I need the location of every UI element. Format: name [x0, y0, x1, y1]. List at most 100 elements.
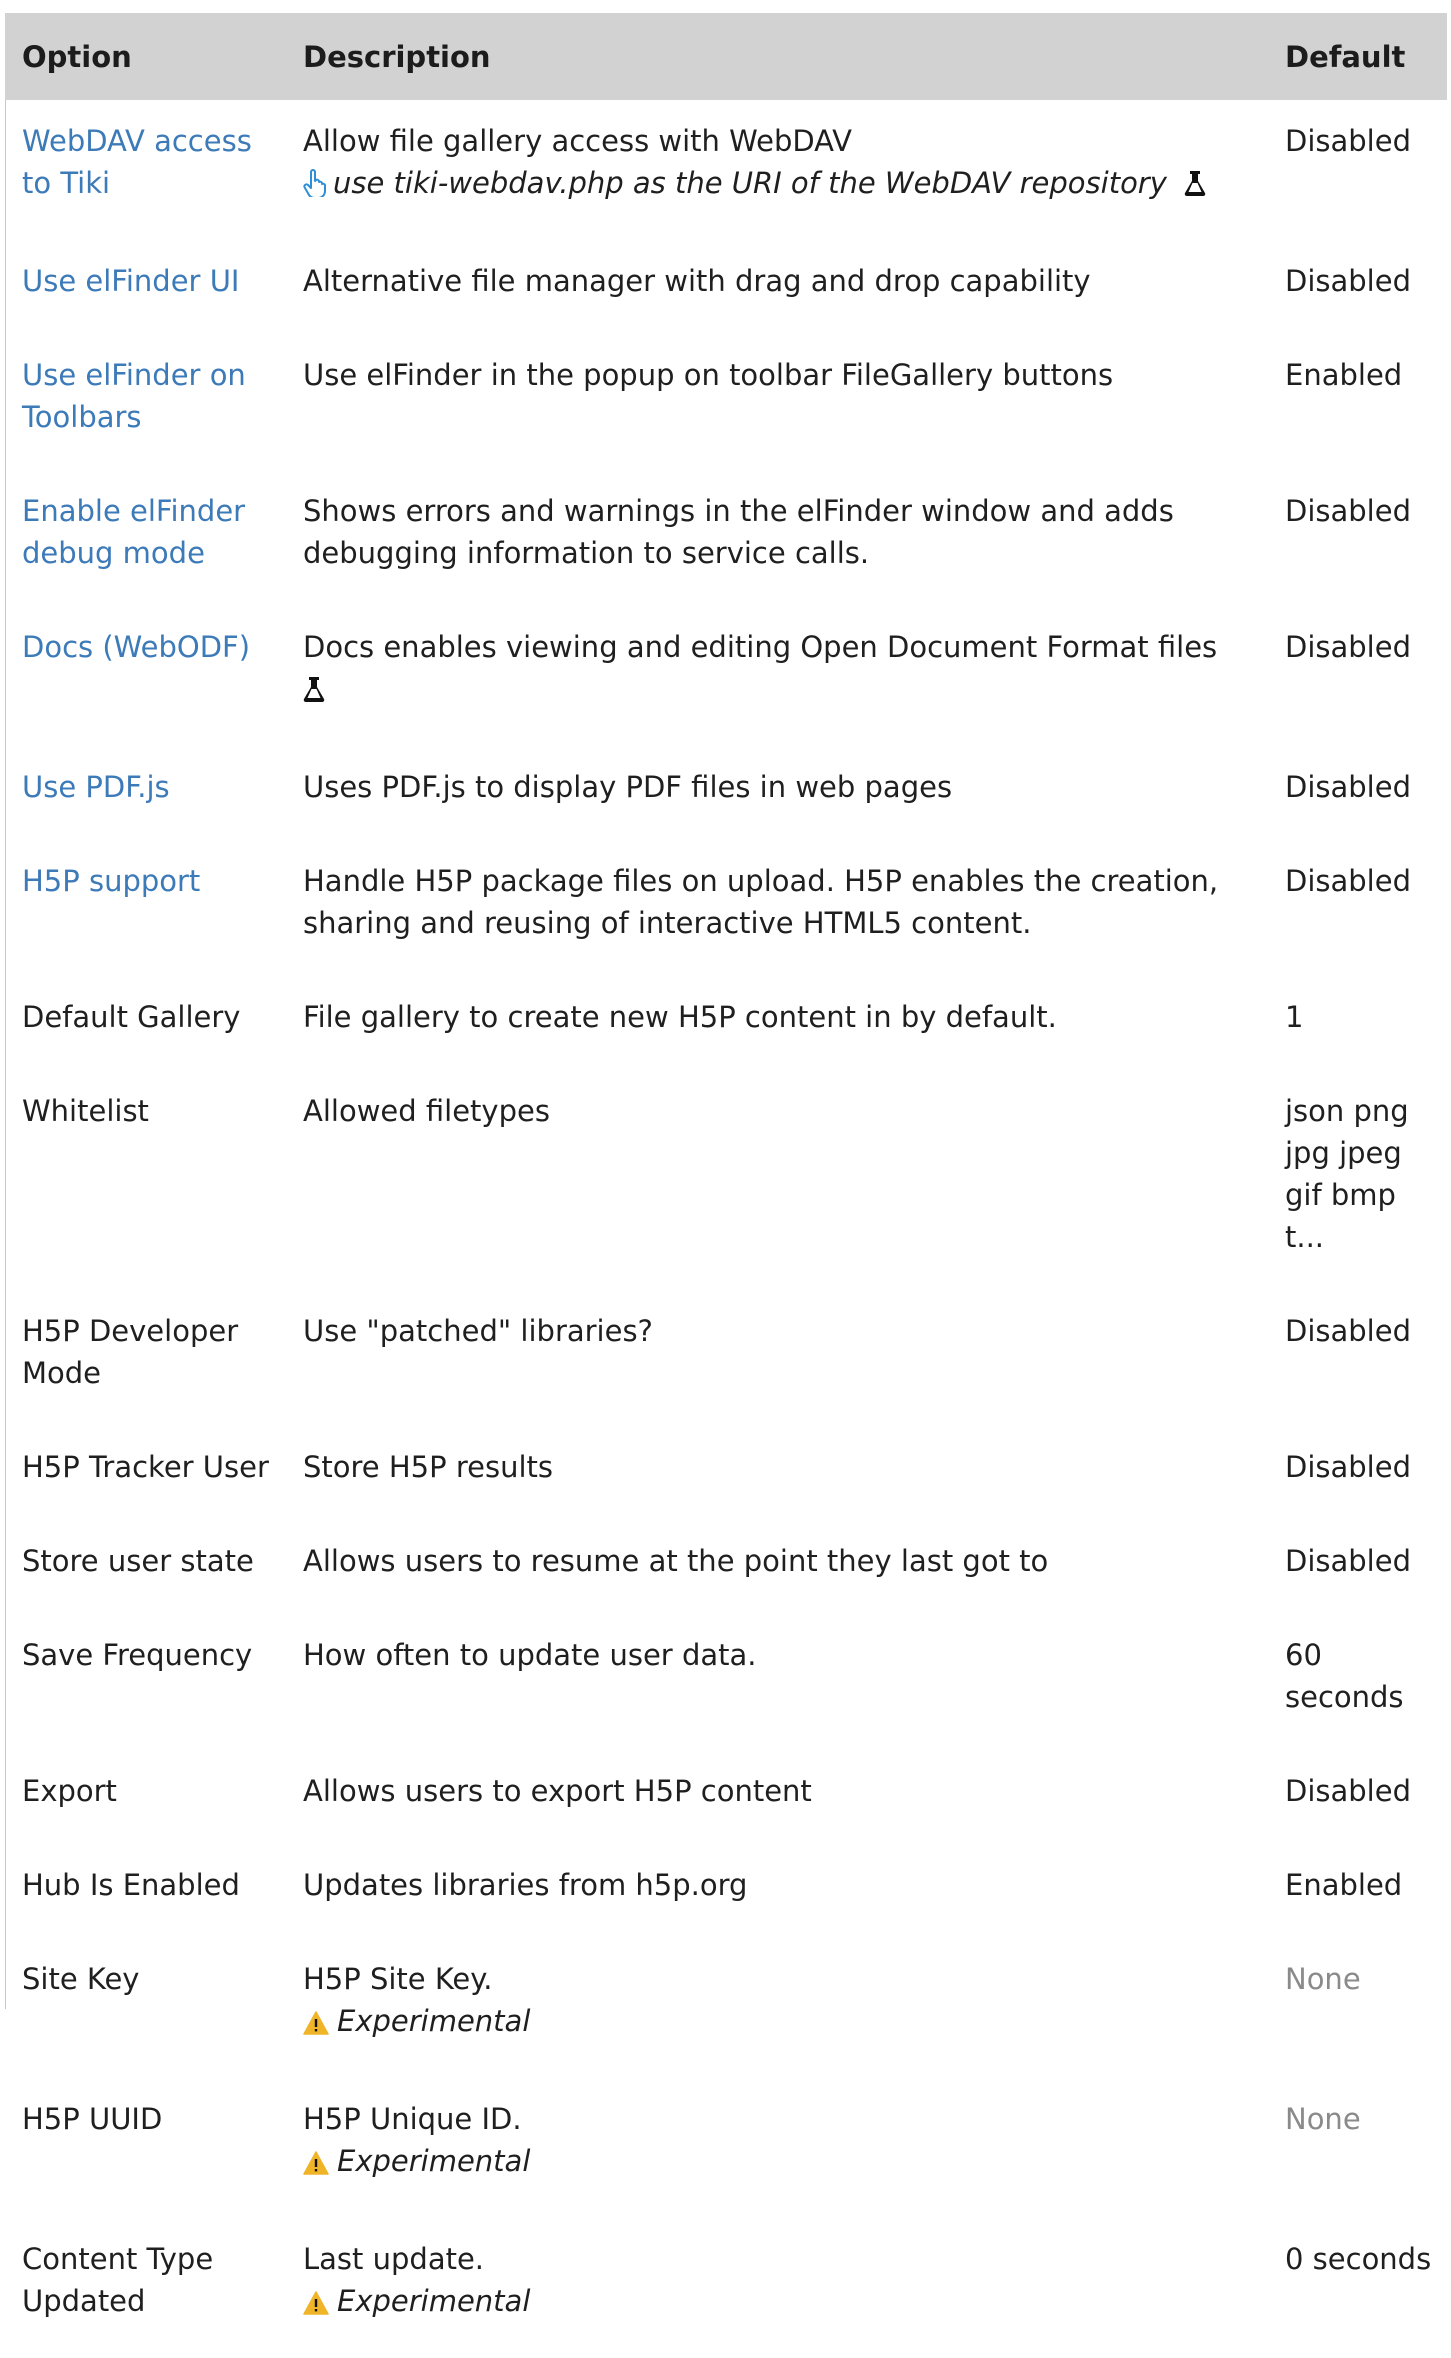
- table-row: Site Key H5P Site Key. Experimental None: [5, 1938, 1447, 2078]
- description-cell: Docs enables viewing and editing Open Do…: [286, 606, 1263, 746]
- option-cell: H5P support: [5, 840, 286, 976]
- default-cell: Enabled: [1285, 1868, 1403, 1902]
- experimental-text: Experimental: [337, 2144, 531, 2178]
- description-cell: Updates libraries from h5p.org: [303, 1868, 748, 1902]
- description-cell: Use "patched" libraries?: [303, 1314, 653, 1348]
- description-cell: Shows errors and warnings in the elFinde…: [303, 494, 1174, 570]
- description-cell: Store H5P results: [303, 1450, 553, 1484]
- experimental-note: Experimental: [303, 2000, 1243, 2046]
- description-cell: Allow file gallery access with WebDAV us…: [286, 100, 1263, 240]
- description-cell: Allowed filetypes: [303, 1094, 550, 1128]
- description-cell: Uses PDF.js to display PDF files in web …: [303, 770, 953, 804]
- default-cell: None: [1285, 1962, 1361, 1996]
- table-header-row: Option Description Default: [5, 13, 1447, 100]
- option-note: use tiki-webdav.php as the URI of the We…: [303, 162, 1243, 208]
- option-cell: Default Gallery: [22, 1000, 241, 1034]
- default-cell: Disabled: [1285, 630, 1411, 664]
- preferences-table-frame: Option Description Default WebDAV access…: [5, 13, 1447, 2318]
- default-cell: 60 seconds: [1285, 1638, 1404, 1714]
- experimental-note: Experimental: [303, 2280, 1243, 2326]
- option-cell: Content Type Updated: [22, 2242, 214, 2318]
- warning-icon: [303, 2144, 329, 2186]
- option-link-elfinder-debug[interactable]: Enable elFinder debug mode: [22, 494, 245, 570]
- option-link-elfinder-toolbars[interactable]: Use elFinder on Toolbars: [22, 358, 246, 434]
- description-cell: Allows users to resume at the point they…: [303, 1544, 1049, 1578]
- description-text: H5P Unique ID.: [303, 2102, 522, 2136]
- option-link-docs-webodf[interactable]: Docs (WebODF): [22, 630, 250, 664]
- table-row: Save Frequency How often to update user …: [5, 1614, 1447, 1750]
- description-cell: Alternative file manager with drag and d…: [303, 264, 1091, 298]
- table-row: Content Type Updated Last update. Experi…: [5, 2218, 1447, 2358]
- default-cell: json png jpg jpeg gif bmp t...: [1285, 1094, 1409, 1254]
- option-link-h5p-support[interactable]: H5P support: [22, 864, 200, 898]
- note-text: use tiki-webdav.php as the URI of the We…: [333, 166, 1167, 200]
- description-text: Last update.: [303, 2242, 485, 2276]
- default-cell: 0 seconds: [1285, 2242, 1432, 2276]
- pointing-hand-icon: [303, 166, 327, 208]
- description-text: Allow file gallery access with WebDAV: [303, 124, 853, 158]
- table-row: H5P Tracker User Store H5P results Disab…: [5, 1426, 1447, 1520]
- default-cell: Disabled: [1285, 264, 1411, 298]
- table-row: H5P UUID H5P Unique ID. Experimental Non…: [5, 2078, 1447, 2218]
- option-cell: Hub Is Enabled: [22, 1868, 240, 1902]
- default-cell: Disabled: [1285, 864, 1411, 898]
- default-cell: Disabled: [1285, 1450, 1411, 1484]
- description-cell: File gallery to create new H5P content i…: [303, 1000, 1057, 1034]
- option-cell: H5P UUID: [22, 2102, 163, 2136]
- option-cell: Save Frequency: [22, 1638, 253, 1672]
- header-description: Description: [286, 13, 1263, 100]
- flask-icon: [1184, 166, 1206, 208]
- option-cell: H5P Tracker User: [22, 1450, 269, 1484]
- default-cell: Disabled: [1285, 1774, 1411, 1808]
- option-cell: Site Key: [22, 1962, 140, 1996]
- table-row: Docs (WebODF) Docs enables viewing and e…: [5, 606, 1447, 746]
- warning-icon: [303, 2004, 329, 2046]
- table-row: H5P support Handle H5P package files on …: [5, 840, 1447, 976]
- table-row: Store user state Allows users to resume …: [5, 1520, 1447, 1614]
- default-cell: Disabled: [1285, 1544, 1411, 1578]
- option-cell: Whitelist: [22, 1094, 149, 1128]
- description-cell: Allows users to export H5P content: [303, 1774, 812, 1808]
- option-cell: Export: [22, 1774, 117, 1808]
- default-cell: Disabled: [1285, 494, 1411, 528]
- table-row: H5P Developer Mode Use "patched" librari…: [5, 1290, 1447, 1426]
- description-cell: How often to update user data.: [303, 1638, 757, 1672]
- option-link-elfinder-ui[interactable]: Use elFinder UI: [22, 264, 239, 298]
- table-row: Default Gallery File gallery to create n…: [5, 976, 1447, 1070]
- default-cell: None: [1285, 2102, 1361, 2136]
- description-cell: H5P Site Key. Experimental: [286, 1938, 1263, 2078]
- default-cell: Disabled: [1285, 1314, 1411, 1348]
- default-cell: 1: [1285, 1000, 1304, 1034]
- table-row: Export Allows users to export H5P conten…: [5, 1750, 1447, 1844]
- description-text: Docs enables viewing and editing Open Do…: [303, 630, 1218, 664]
- preferences-table: Option Description Default WebDAV access…: [5, 13, 1447, 2358]
- option-cell: Use elFinder on Toolbars: [5, 334, 286, 470]
- option-cell: WebDAV access to Tiki: [5, 100, 286, 240]
- description-cell: Last update. Experimental: [286, 2218, 1263, 2358]
- description-text: H5P Site Key.: [303, 1962, 493, 1996]
- option-cell: Use PDF.js: [5, 746, 286, 840]
- experimental-text: Experimental: [337, 2284, 531, 2318]
- description-cell: H5P Unique ID. Experimental: [286, 2078, 1263, 2218]
- option-link-webdav[interactable]: WebDAV access to Tiki: [22, 124, 252, 200]
- header-option: Option: [5, 13, 286, 100]
- table-row: Whitelist Allowed filetypes json png jpg…: [5, 1070, 1447, 1290]
- description-cell: Use elFinder in the popup on toolbar Fil…: [303, 358, 1114, 392]
- flask-icon: [303, 672, 325, 714]
- description-cell: Handle H5P package files on upload. H5P …: [303, 864, 1219, 940]
- table-row: Use elFinder on Toolbars Use elFinder in…: [5, 334, 1447, 470]
- option-cell: Docs (WebODF): [5, 606, 286, 746]
- table-row: Use elFinder UI Alternative file manager…: [5, 240, 1447, 334]
- default-cell: Disabled: [1285, 770, 1411, 804]
- option-cell: H5P Developer Mode: [22, 1314, 239, 1390]
- table-row: Enable elFinder debug mode Shows errors …: [5, 470, 1447, 606]
- experimental-note: Experimental: [303, 2140, 1243, 2186]
- option-cell: Store user state: [22, 1544, 254, 1578]
- table-row: Hub Is Enabled Updates libraries from h5…: [5, 1844, 1447, 1938]
- default-cell: Enabled: [1285, 358, 1403, 392]
- option-link-pdfjs[interactable]: Use PDF.js: [22, 770, 170, 804]
- table-row: WebDAV access to Tiki Allow file gallery…: [5, 100, 1447, 240]
- warning-icon: [303, 2284, 329, 2326]
- table-row: Use PDF.js Uses PDF.js to display PDF fi…: [5, 746, 1447, 840]
- default-cell: Disabled: [1285, 124, 1411, 158]
